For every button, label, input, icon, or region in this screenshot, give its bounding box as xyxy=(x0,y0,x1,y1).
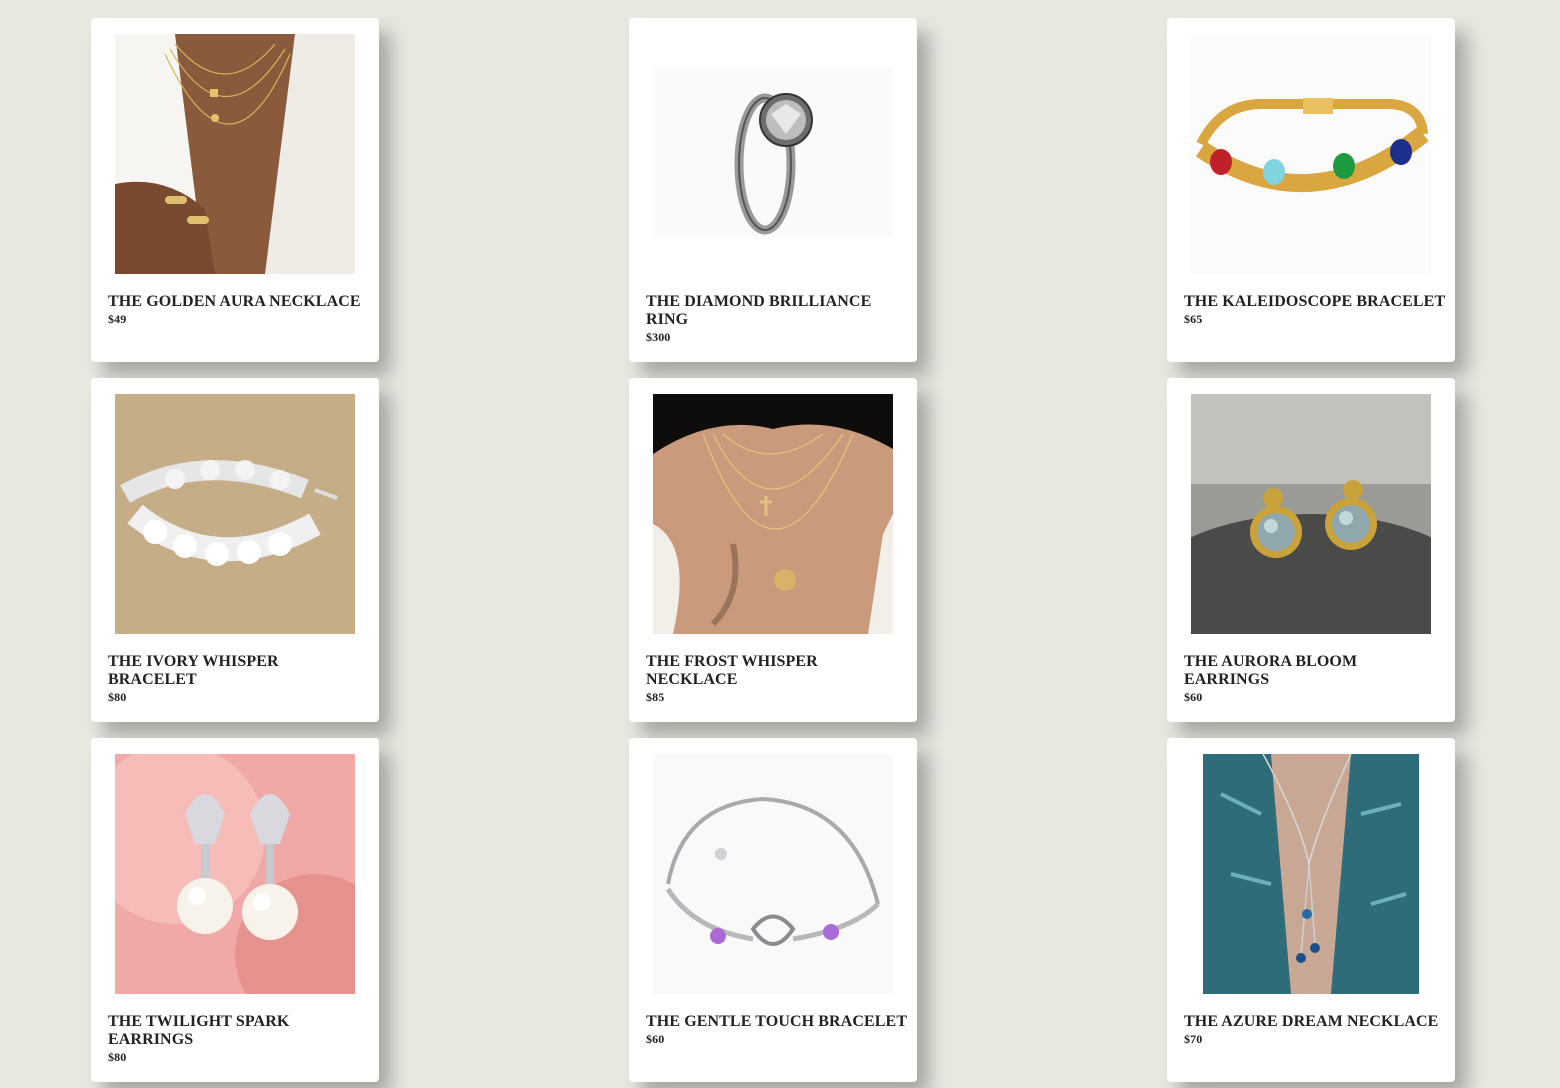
product-name[interactable]: THE AURORA BLOOM EARRINGS xyxy=(1184,653,1357,688)
product-name[interactable]: THE GENTLE TOUCH BRACELET xyxy=(646,1013,907,1030)
product-info: THE KALEIDOSCOPE BRACELET $65 xyxy=(1184,293,1446,327)
layered-pendant-necklace-photo[interactable] xyxy=(653,394,893,634)
product-info: THE DIAMOND BRILLIANCE RING $300 xyxy=(646,293,908,345)
product-card[interactable]: THE KALEIDOSCOPE BRACELET $65 xyxy=(1167,18,1455,362)
product-card[interactable]: THE FROST WHISPER NECKLACE $85 xyxy=(629,378,917,722)
product-info: THE TWILIGHT SPARK EARRINGS $80 xyxy=(108,1013,370,1065)
heart-link-bracelet-photo[interactable] xyxy=(653,754,893,994)
product-grid: THE GOLDEN AURA NECKLACE $49 THE DIAMOND… xyxy=(0,0,1560,1088)
product-name[interactable]: THE FROST WHISPER NECKLACE xyxy=(646,653,818,688)
gemstone-bracelet-photo[interactable] xyxy=(1191,34,1431,274)
product-info: THE IVORY WHISPER BRACELET $80 xyxy=(108,653,370,705)
product-info: THE AZURE DREAM NECKLACE $70 xyxy=(1184,1013,1446,1047)
product-info: THE GENTLE TOUCH BRACELET $60 xyxy=(646,1013,908,1047)
product-name[interactable]: THE DIAMOND BRILLIANCE RING xyxy=(646,293,871,328)
product-card[interactable]: THE TWILIGHT SPARK EARRINGS $80 xyxy=(91,738,379,1082)
product-price: $70 xyxy=(1184,1032,1203,1046)
product-card[interactable]: THE GENTLE TOUCH BRACELET $60 xyxy=(629,738,917,1082)
product-name[interactable]: THE KALEIDOSCOPE BRACELET xyxy=(1184,293,1445,310)
product-card[interactable]: THE IVORY WHISPER BRACELET $80 xyxy=(91,378,379,722)
product-price: $300 xyxy=(646,330,671,344)
silver-flower-bracelet-photo[interactable] xyxy=(115,394,355,634)
product-name[interactable]: THE AZURE DREAM NECKLACE xyxy=(1184,1013,1438,1030)
diamond-ring-photo[interactable] xyxy=(653,34,893,274)
pearl-drop-earrings-photo[interactable] xyxy=(115,754,355,994)
product-price: $60 xyxy=(1184,690,1203,704)
blue-drop-necklace-photo[interactable] xyxy=(1191,754,1431,994)
product-price: $65 xyxy=(1184,312,1203,326)
product-name[interactable]: THE IVORY WHISPER BRACELET xyxy=(108,653,279,688)
product-price: $80 xyxy=(108,690,127,704)
product-card[interactable]: THE GOLDEN AURA NECKLACE $49 xyxy=(91,18,379,362)
product-price: $49 xyxy=(108,312,127,326)
product-name[interactable]: THE GOLDEN AURA NECKLACE xyxy=(108,293,361,310)
product-card[interactable]: THE AZURE DREAM NECKLACE $70 xyxy=(1167,738,1455,1082)
product-name[interactable]: THE TWILIGHT SPARK EARRINGS xyxy=(108,1013,289,1048)
product-price: $80 xyxy=(108,1050,127,1064)
product-price: $60 xyxy=(646,1032,665,1046)
gold-layered-necklace-photo[interactable] xyxy=(115,34,355,274)
product-info: THE AURORA BLOOM EARRINGS $60 xyxy=(1184,653,1446,705)
product-info: THE FROST WHISPER NECKLACE $85 xyxy=(646,653,908,705)
product-price: $85 xyxy=(646,690,665,704)
product-info: THE GOLDEN AURA NECKLACE $49 xyxy=(108,293,370,327)
product-card[interactable]: THE DIAMOND BRILLIANCE RING $300 xyxy=(629,18,917,362)
product-card[interactable]: THE AURORA BLOOM EARRINGS $60 xyxy=(1167,378,1455,722)
moonstone-earrings-photo[interactable] xyxy=(1191,394,1431,634)
